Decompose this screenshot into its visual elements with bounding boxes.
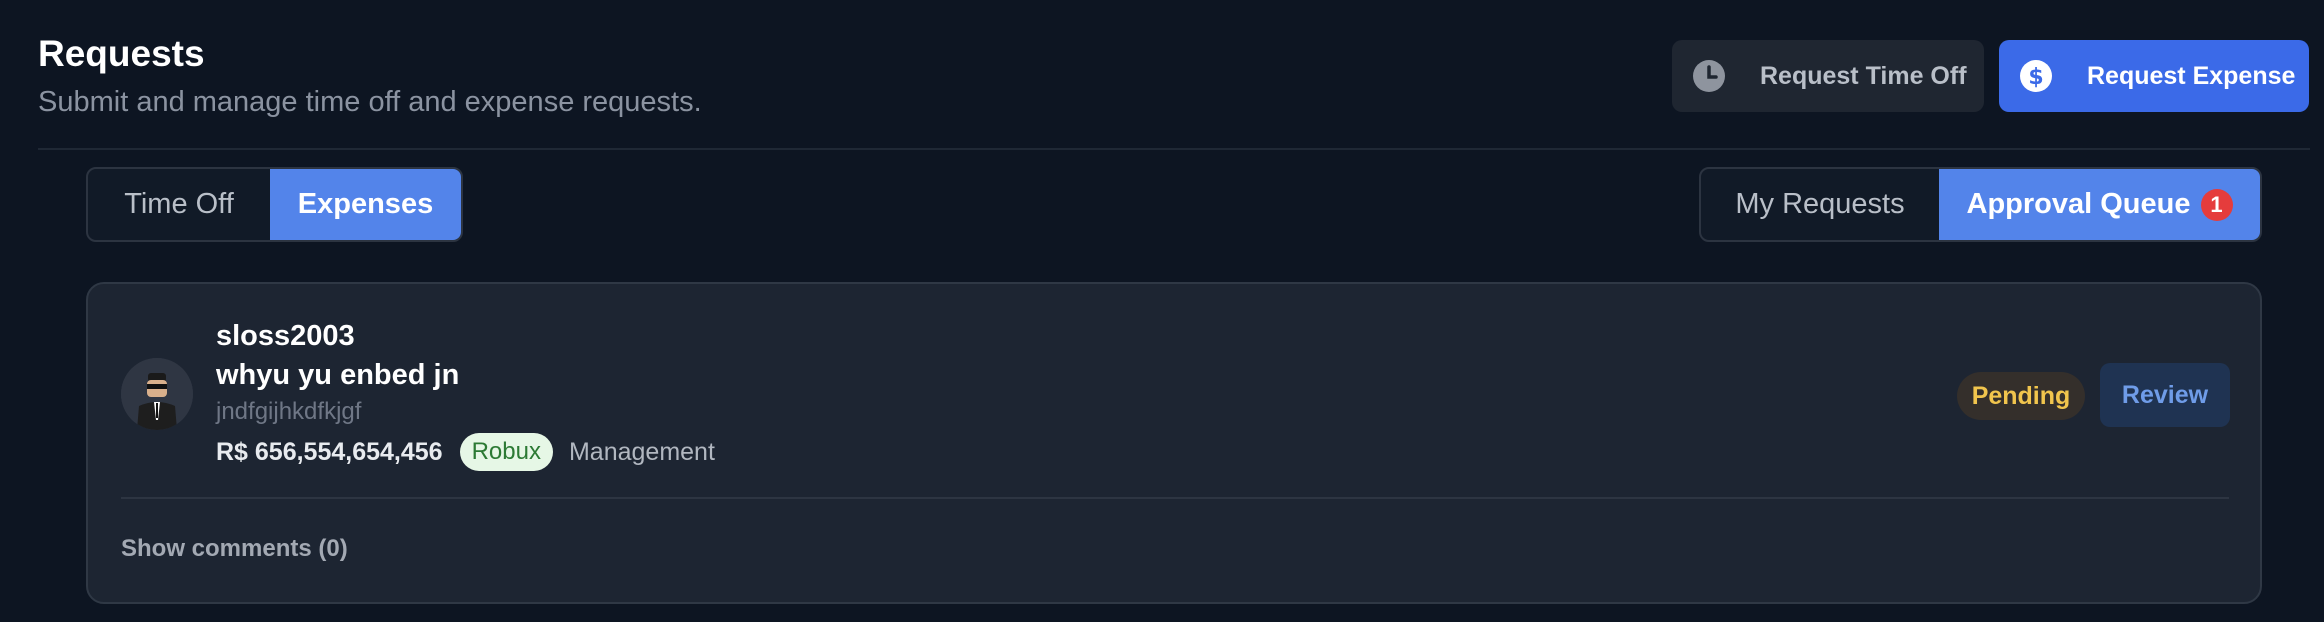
tab-my-requests[interactable]: My Requests [1701,169,1939,240]
tab-expenses[interactable]: Expenses [270,169,461,240]
page-subtitle: Submit and manage time off and expense r… [38,86,702,118]
status-badge: Pending [1957,372,2085,420]
request-type-tabs: Time Off Expenses [86,167,463,242]
request-meta: R$ 656,554,654,456 Robux Management [216,432,715,472]
request-card: sloss2003 whyu yu enbed jn jndfgijhkdfkj… [86,282,2262,604]
page-title: Requests [38,33,205,74]
request-description: jndfgijhkdfkjgf [216,398,362,425]
tab-time-off[interactable]: Time Off [88,169,270,240]
request-expense-label: Request Expense [2087,61,2296,90]
currency-badge: Robux [459,433,553,471]
request-amount: R$ 656,554,654,456 [216,437,443,466]
request-category: Management [568,437,715,466]
request-time-off-button[interactable]: Request Time Off [1672,40,1984,112]
card-divider [121,497,2229,499]
request-expense-button[interactable]: $ Request Expense [1999,40,2309,112]
header-divider [38,148,2310,150]
dollar-circle-icon: $ [2020,60,2052,92]
tab-approval-queue[interactable]: Approval Queue 1 [1939,169,2260,240]
request-time-off-label: Request Time Off [1760,61,1967,90]
request-title: whyu yu enbed jn [216,359,460,391]
tab-approval-queue-label: Approval Queue [1966,188,2191,220]
view-tabs: My Requests Approval Queue 1 [1699,167,2262,242]
show-comments-link[interactable]: Show comments (0) [121,535,348,563]
avatar [121,358,193,430]
svg-text:$: $ [2028,65,2043,90]
user-avatar-icon [121,358,193,430]
approval-count-badge: 1 [2200,188,2233,221]
requester-username: sloss2003 [216,320,355,352]
review-button[interactable]: Review [2100,363,2230,427]
page-header: Requests Submit and manage time off and … [0,0,2324,150]
clock-icon [1693,60,1725,92]
